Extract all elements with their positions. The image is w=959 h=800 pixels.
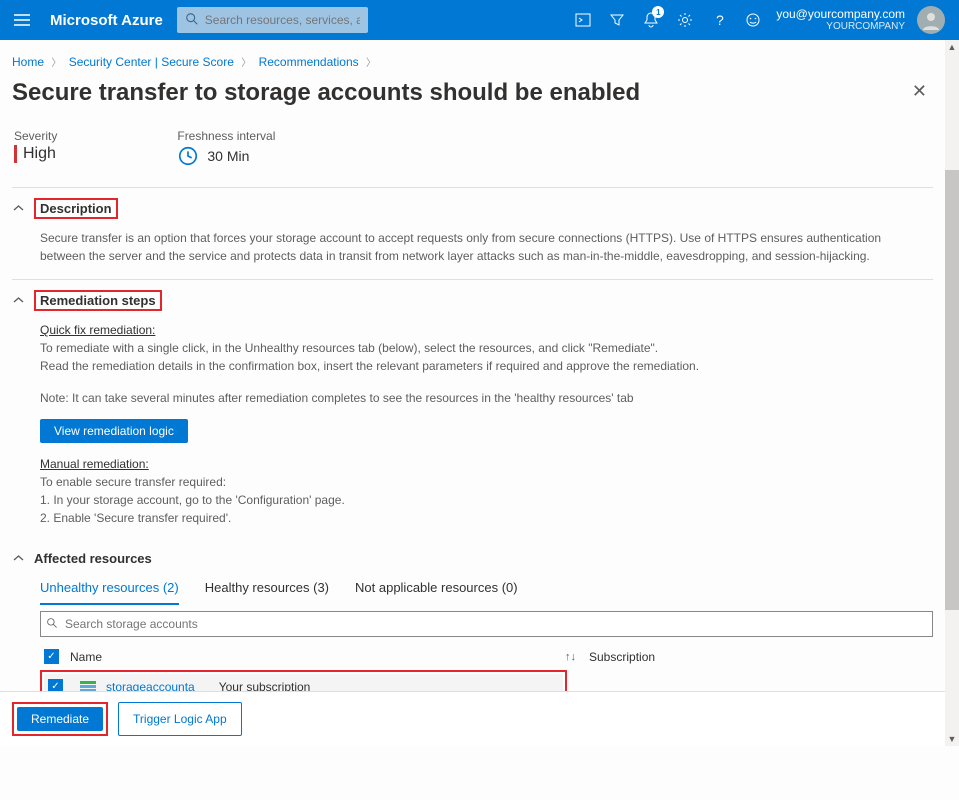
remediation-text: To remediate with a single click, in the… (40, 339, 929, 357)
tab-unhealthy[interactable]: Unhealthy resources (2) (40, 576, 179, 605)
page-title: Secure transfer to storage accounts shou… (12, 75, 640, 123)
view-remediation-logic-button[interactable]: View remediation logic (40, 419, 188, 443)
account-block[interactable]: you@yourcompany.com YOURCOMPANY (770, 7, 911, 33)
search-icon (46, 617, 59, 630)
description-heading: Description (34, 198, 118, 219)
feedback-icon[interactable] (736, 0, 770, 40)
chevron-up-icon (12, 295, 24, 307)
remediation-note: Note: It can take several minutes after … (40, 389, 929, 407)
column-name[interactable]: Name (70, 650, 102, 664)
breadcrumb-item[interactable]: Recommendations (259, 55, 359, 69)
description-text: Secure transfer is an option that forces… (40, 229, 929, 265)
remediation-text: To enable secure transfer required: (40, 473, 929, 491)
tab-healthy[interactable]: Healthy resources (3) (205, 576, 329, 605)
chevron-up-icon (12, 553, 24, 565)
remediation-text: Read the remediation details in the conf… (40, 357, 929, 375)
resource-search-input[interactable] (40, 611, 933, 637)
severity-indicator-icon (14, 145, 17, 163)
svg-text:?: ? (716, 13, 724, 27)
remediate-button[interactable]: Remediate (17, 707, 103, 731)
avatar[interactable] (917, 6, 945, 34)
freshness-label: Freshness interval (177, 129, 275, 143)
scroll-down-icon[interactable]: ▼ (945, 732, 959, 746)
close-icon[interactable]: ✕ (906, 75, 933, 108)
remediation-section-toggle[interactable]: Remediation steps (12, 290, 933, 311)
sort-icon[interactable]: ↑↓ (565, 651, 589, 663)
manual-remediation-heading: Manual remediation: (40, 455, 929, 473)
help-icon[interactable]: ? (702, 0, 736, 40)
account-company: YOURCOMPANY (776, 21, 905, 33)
freshness-value: 30 Min (207, 148, 249, 164)
global-search-input[interactable] (177, 7, 368, 33)
breadcrumb: Home 〉 Security Center | Secure Score 〉 … (12, 50, 933, 75)
notification-badge: 1 (652, 6, 664, 18)
breadcrumb-item[interactable]: Home (12, 55, 44, 69)
chevron-right-icon: 〉 (51, 58, 61, 69)
affected-heading: Affected resources (34, 551, 152, 566)
affected-section-toggle[interactable]: Affected resources (12, 551, 933, 566)
remediation-step: 1. In your storage account, go to the 'C… (40, 491, 929, 509)
scroll-thumb[interactable] (945, 170, 959, 610)
remediation-step: 2. Enable 'Secure transfer required'. (40, 509, 929, 527)
brand-label[interactable]: Microsoft Azure (36, 12, 177, 29)
hamburger-menu-icon[interactable] (8, 0, 36, 40)
severity-label: Severity (14, 129, 57, 143)
chevron-right-icon: 〉 (241, 58, 251, 69)
search-icon (185, 12, 199, 26)
freshness-block: Freshness interval 30 Min (177, 129, 275, 167)
settings-gear-icon[interactable] (668, 0, 702, 40)
quick-fix-heading: Quick fix remediation: (40, 321, 929, 339)
notifications-icon[interactable]: 1 (634, 0, 668, 40)
clock-icon (177, 145, 199, 167)
column-subscription[interactable]: Subscription (589, 650, 655, 664)
tab-not-applicable[interactable]: Not applicable resources (0) (355, 576, 518, 605)
scrollbar[interactable]: ▲ ▼ (945, 40, 959, 746)
azure-topbar: Microsoft Azure 1 ? you@yourcompany.com … (0, 0, 959, 40)
directory-filter-icon[interactable] (600, 0, 634, 40)
description-section-toggle[interactable]: Description (12, 198, 933, 219)
footer-actions: Remediate Trigger Logic App (0, 691, 945, 746)
cloud-shell-icon[interactable] (566, 0, 600, 40)
breadcrumb-item[interactable]: Security Center | Secure Score (69, 55, 234, 69)
trigger-logic-app-button[interactable]: Trigger Logic App (118, 702, 242, 736)
severity-value: High (23, 145, 56, 163)
chevron-right-icon: 〉 (366, 58, 376, 69)
scroll-up-icon[interactable]: ▲ (945, 40, 959, 54)
select-all-checkbox[interactable]: ✓ (44, 649, 59, 664)
severity-block: Severity High (14, 129, 57, 167)
chevron-up-icon (12, 203, 24, 215)
remediation-heading: Remediation steps (34, 290, 162, 311)
account-email: you@yourcompany.com (776, 7, 905, 21)
